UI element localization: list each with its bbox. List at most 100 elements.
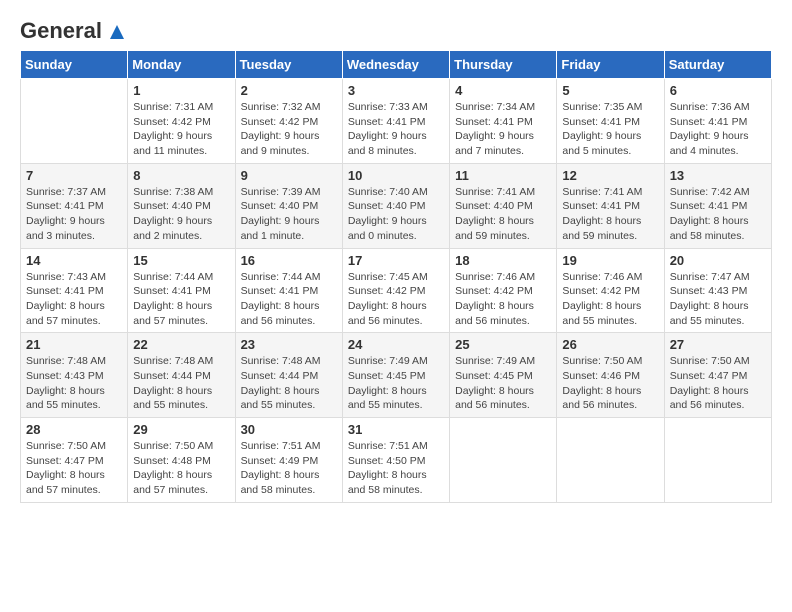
day-number: 24 [348,337,444,352]
day-number: 29 [133,422,229,437]
calendar-cell: 2 Sunrise: 7:32 AM Sunset: 4:42 PM Daylig… [235,79,342,164]
calendar-cell: 11 Sunrise: 7:41 AM Sunset: 4:40 PM Dayli… [450,163,557,248]
calendar-table: SundayMondayTuesdayWednesdayThursdayFrid… [20,50,772,503]
day-number: 3 [348,83,444,98]
day-number: 30 [241,422,337,437]
day-info: Sunrise: 7:41 AM Sunset: 4:40 PM Dayligh… [455,185,551,244]
calendar-cell: 20Sunrise: 7:47 AM Sunset: 4:43 PM Dayli… [664,248,771,333]
day-number: 23 [241,337,337,352]
day-info: Sunrise: 7:34 AM Sunset: 4:41 PM Dayligh… [455,100,551,159]
calendar-cell: 14Sunrise: 7:43 AM Sunset: 4:41 PM Dayli… [21,248,128,333]
calendar-week-row: 28 Sunrise: 7:50 AM Sunset: 4:47 PM Dayli… [21,418,772,503]
day-info: Sunrise: 7:48 AM Sunset: 4:44 PM Dayligh… [133,354,229,413]
logo-triangle-icon [110,25,124,39]
weekday-header-row: SundayMondayTuesdayWednesdayThursdayFrid… [21,51,772,79]
day-info: Sunrise: 7:46 AM Sunset: 4:42 PM Dayligh… [562,270,658,329]
day-info: Sunrise: 7:45 AM Sunset: 4:42 PM Dayligh… [348,270,444,329]
calendar-cell: 1 Sunrise: 7:31 AM Sunset: 4:42 PM Daylig… [128,79,235,164]
calendar-cell: 9Sunrise: 7:39 AM Sunset: 4:40 PM Daylig… [235,163,342,248]
day-info: Sunrise: 7:50 AM Sunset: 4:47 PM Dayligh… [670,354,766,413]
calendar-cell: 22 Sunrise: 7:48 AM Sunset: 4:44 PM Dayli… [128,333,235,418]
calendar-cell [557,418,664,503]
day-info: Sunrise: 7:41 AM Sunset: 4:41 PM Dayligh… [562,185,658,244]
day-info: Sunrise: 7:47 AM Sunset: 4:43 PM Dayligh… [670,270,766,329]
day-number: 26 [562,337,658,352]
day-number: 27 [670,337,766,352]
day-number: 11 [455,168,551,183]
day-info: Sunrise: 7:33 AM Sunset: 4:41 PM Dayligh… [348,100,444,159]
calendar-week-row: 21Sunrise: 7:48 AM Sunset: 4:43 PM Dayli… [21,333,772,418]
day-number: 19 [562,253,658,268]
calendar-cell: 25 Sunrise: 7:49 AM Sunset: 4:45 PM Dayli… [450,333,557,418]
day-info: Sunrise: 7:35 AM Sunset: 4:41 PM Dayligh… [562,100,658,159]
day-number: 5 [562,83,658,98]
calendar-cell: 24 Sunrise: 7:49 AM Sunset: 4:45 PM Dayli… [342,333,449,418]
day-number: 18 [455,253,551,268]
day-number: 4 [455,83,551,98]
day-number: 14 [26,253,122,268]
day-info: Sunrise: 7:46 AM Sunset: 4:42 PM Dayligh… [455,270,551,329]
day-info: Sunrise: 7:38 AM Sunset: 4:40 PM Dayligh… [133,185,229,244]
calendar-cell: 29 Sunrise: 7:50 AM Sunset: 4:48 PM Dayli… [128,418,235,503]
calendar-cell: 17 Sunrise: 7:45 AM Sunset: 4:42 PM Dayli… [342,248,449,333]
day-info: Sunrise: 7:49 AM Sunset: 4:45 PM Dayligh… [455,354,551,413]
day-number: 6 [670,83,766,98]
day-info: Sunrise: 7:44 AM Sunset: 4:41 PM Dayligh… [133,270,229,329]
calendar-cell [450,418,557,503]
calendar-cell: 31Sunrise: 7:51 AM Sunset: 4:50 PM Dayli… [342,418,449,503]
weekday-header-monday: Monday [128,51,235,79]
day-info: Sunrise: 7:32 AM Sunset: 4:42 PM Dayligh… [241,100,337,159]
day-number: 1 [133,83,229,98]
day-number: 2 [241,83,337,98]
calendar-cell: 5 Sunrise: 7:35 AM Sunset: 4:41 PM Daylig… [557,79,664,164]
calendar-cell: 16 Sunrise: 7:44 AM Sunset: 4:41 PM Dayli… [235,248,342,333]
day-number: 15 [133,253,229,268]
calendar-week-row: 1 Sunrise: 7:31 AM Sunset: 4:42 PM Daylig… [21,79,772,164]
calendar-cell: 3 Sunrise: 7:33 AM Sunset: 4:41 PM Daylig… [342,79,449,164]
calendar-cell: 23Sunrise: 7:48 AM Sunset: 4:44 PM Dayli… [235,333,342,418]
day-number: 13 [670,168,766,183]
day-info: Sunrise: 7:44 AM Sunset: 4:41 PM Dayligh… [241,270,337,329]
day-number: 8 [133,168,229,183]
day-info: Sunrise: 7:31 AM Sunset: 4:42 PM Dayligh… [133,100,229,159]
calendar-cell: 21Sunrise: 7:48 AM Sunset: 4:43 PM Dayli… [21,333,128,418]
calendar-cell [21,79,128,164]
weekday-header-wednesday: Wednesday [342,51,449,79]
day-number: 25 [455,337,551,352]
day-info: Sunrise: 7:50 AM Sunset: 4:48 PM Dayligh… [133,439,229,498]
calendar-cell: 30 Sunrise: 7:51 AM Sunset: 4:49 PM Dayli… [235,418,342,503]
calendar-cell: 19 Sunrise: 7:46 AM Sunset: 4:42 PM Dayli… [557,248,664,333]
day-info: Sunrise: 7:49 AM Sunset: 4:45 PM Dayligh… [348,354,444,413]
calendar-cell: 15 Sunrise: 7:44 AM Sunset: 4:41 PM Dayli… [128,248,235,333]
calendar-cell: 26 Sunrise: 7:50 AM Sunset: 4:46 PM Dayli… [557,333,664,418]
calendar-cell: 27 Sunrise: 7:50 AM Sunset: 4:47 PM Dayli… [664,333,771,418]
day-number: 28 [26,422,122,437]
weekday-header-sunday: Sunday [21,51,128,79]
day-info: Sunrise: 7:42 AM Sunset: 4:41 PM Dayligh… [670,185,766,244]
logo-general: General [20,18,102,43]
calendar-cell: 10 Sunrise: 7:40 AM Sunset: 4:40 PM Dayli… [342,163,449,248]
calendar-cell: 18 Sunrise: 7:46 AM Sunset: 4:42 PM Dayli… [450,248,557,333]
weekday-header-friday: Friday [557,51,664,79]
calendar-cell: 7 Sunrise: 7:37 AM Sunset: 4:41 PM Daylig… [21,163,128,248]
day-number: 10 [348,168,444,183]
day-number: 7 [26,168,122,183]
day-number: 21 [26,337,122,352]
calendar-week-row: 14Sunrise: 7:43 AM Sunset: 4:41 PM Dayli… [21,248,772,333]
day-info: Sunrise: 7:36 AM Sunset: 4:41 PM Dayligh… [670,100,766,159]
calendar-week-row: 7 Sunrise: 7:37 AM Sunset: 4:41 PM Daylig… [21,163,772,248]
day-info: Sunrise: 7:50 AM Sunset: 4:47 PM Dayligh… [26,439,122,498]
page-header: General [20,20,772,40]
day-number: 17 [348,253,444,268]
day-info: Sunrise: 7:51 AM Sunset: 4:49 PM Dayligh… [241,439,337,498]
day-info: Sunrise: 7:50 AM Sunset: 4:46 PM Dayligh… [562,354,658,413]
weekday-header-saturday: Saturday [664,51,771,79]
calendar-cell: 12Sunrise: 7:41 AM Sunset: 4:41 PM Dayli… [557,163,664,248]
calendar-cell: 4 Sunrise: 7:34 AM Sunset: 4:41 PM Daylig… [450,79,557,164]
day-number: 16 [241,253,337,268]
calendar-cell: 6 Sunrise: 7:36 AM Sunset: 4:41 PM Daylig… [664,79,771,164]
day-number: 9 [241,168,337,183]
day-number: 22 [133,337,229,352]
day-info: Sunrise: 7:37 AM Sunset: 4:41 PM Dayligh… [26,185,122,244]
day-info: Sunrise: 7:40 AM Sunset: 4:40 PM Dayligh… [348,185,444,244]
